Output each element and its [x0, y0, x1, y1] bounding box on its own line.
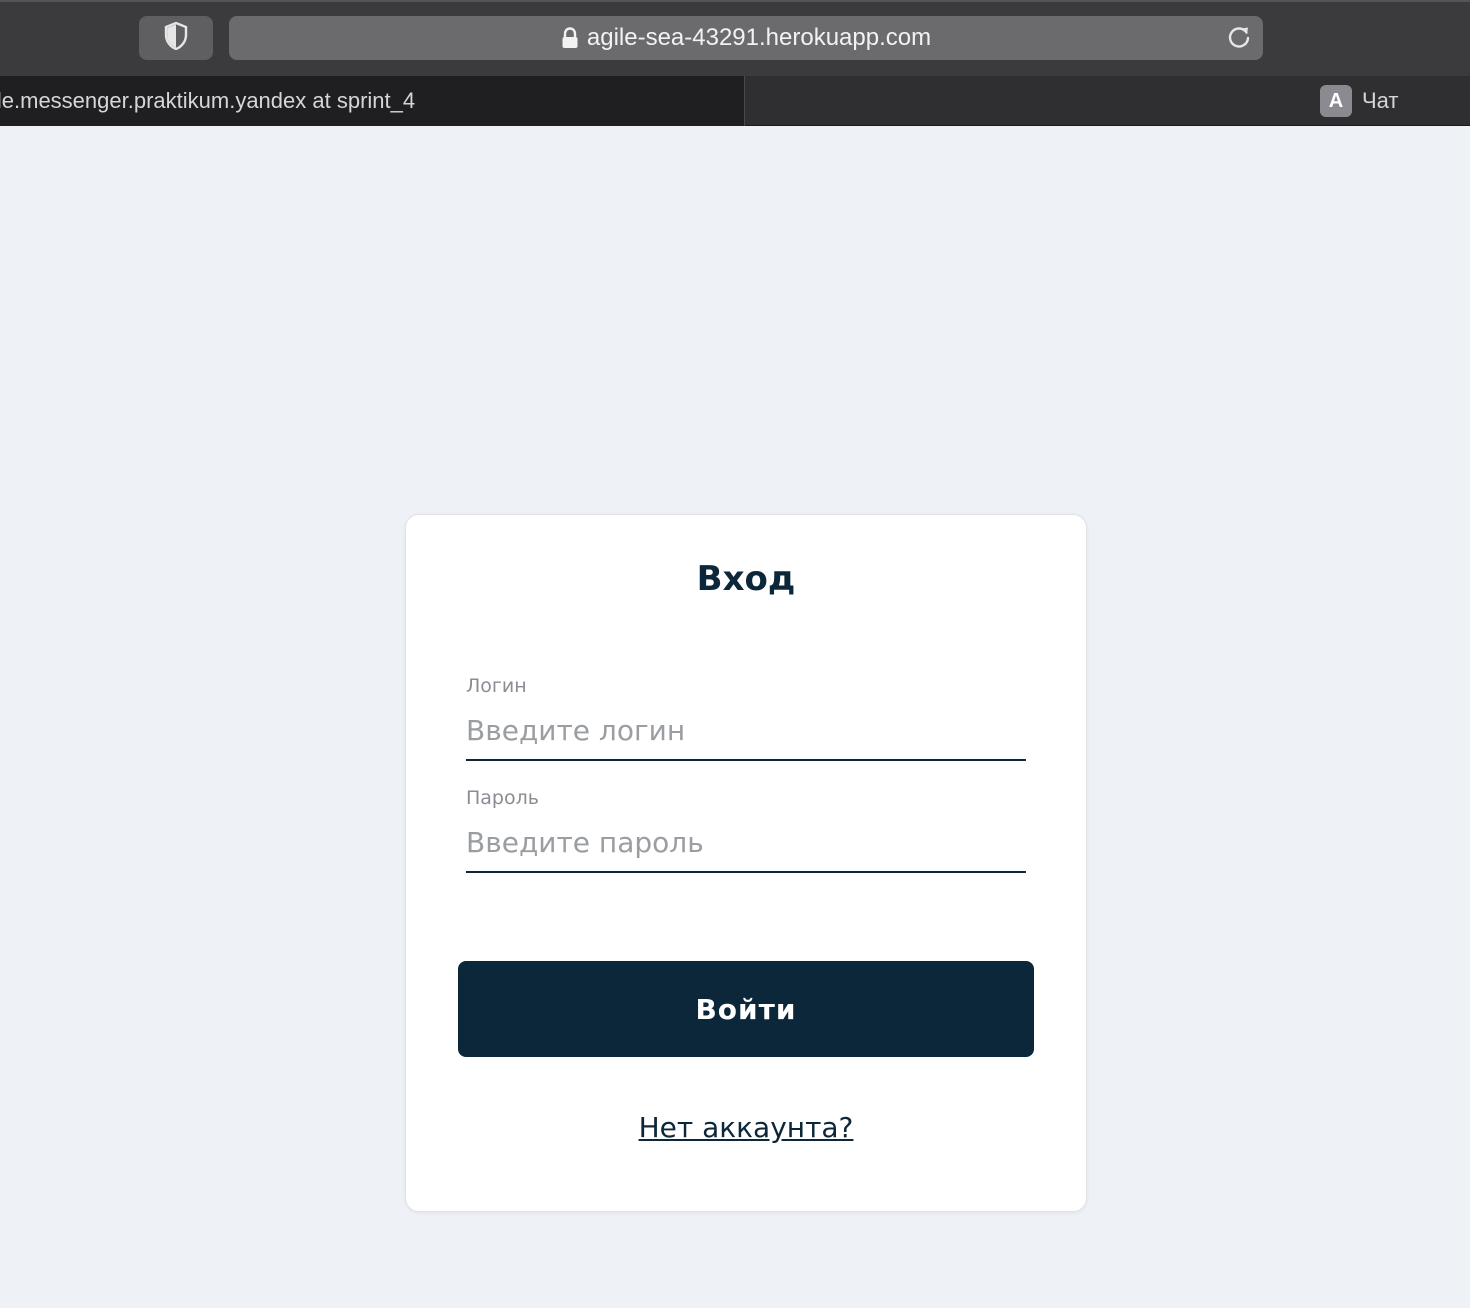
login-input[interactable] — [466, 701, 1026, 761]
address-bar[interactable]: agile-sea-43291.herokuapp.com — [229, 16, 1263, 60]
password-input[interactable] — [466, 813, 1026, 873]
tab-messenger[interactable]: lle.messenger.praktikum.yandex at sprint… — [0, 76, 745, 126]
tab-favicon: A — [1320, 85, 1352, 117]
address-url: agile-sea-43291.herokuapp.com — [586, 24, 932, 51]
lock-icon — [561, 27, 579, 49]
login-field-group: Логин — [466, 675, 1026, 761]
privacy-report-button[interactable] — [139, 16, 213, 60]
browser-toolbar: agile-sea-43291.herokuapp.com — [0, 0, 1470, 76]
login-button[interactable]: Войти — [458, 961, 1034, 1057]
login-label: Логин — [466, 675, 527, 697]
tab-chat[interactable]: A Чат — [1320, 85, 1399, 117]
page-title: Вход — [696, 559, 796, 599]
tab-label: Чат — [1362, 88, 1399, 113]
signup-link[interactable]: Нет аккаунта? — [406, 1111, 1086, 1144]
login-card: Вход Логин Пароль Войти Нет аккаунта? — [405, 514, 1087, 1212]
password-label: Пароль — [466, 787, 539, 809]
shield-icon — [164, 21, 188, 54]
tab-label: lle.messenger.praktikum.yandex at sprint… — [0, 88, 416, 113]
reload-icon[interactable] — [1225, 24, 1253, 52]
password-field-group: Пароль — [466, 787, 1026, 873]
tab-bar: lle.messenger.praktikum.yandex at sprint… — [0, 76, 1470, 126]
